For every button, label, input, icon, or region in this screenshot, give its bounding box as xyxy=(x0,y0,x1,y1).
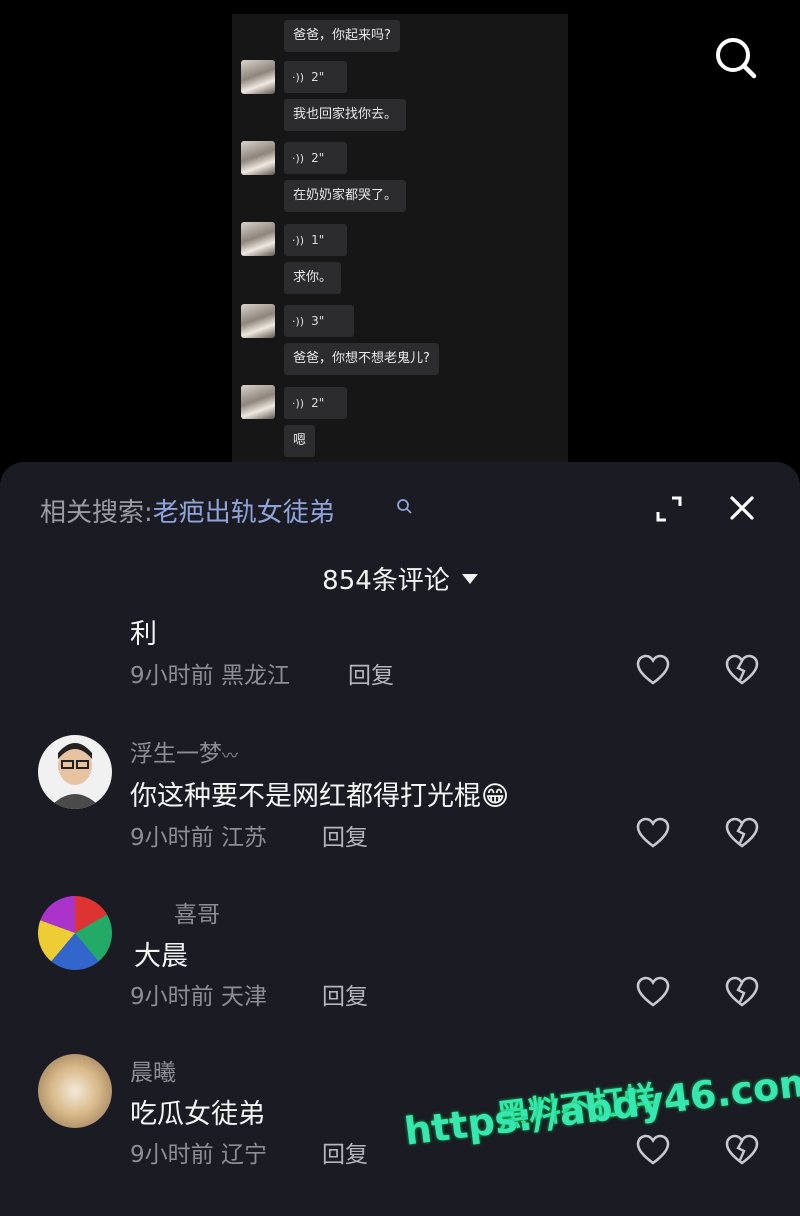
video-area[interactable]: 爸爸，你起来吗? ·)) 2" 我也回家找你去。 ·)) 2" 在奶奶家都哭了。 ·… xyxy=(0,0,800,470)
voice-duration: 2" xyxy=(311,396,325,410)
chat-avatar xyxy=(241,141,275,175)
like-heart-icon[interactable] xyxy=(636,817,670,849)
close-icon[interactable] xyxy=(726,492,758,524)
voice-duration: 3" xyxy=(311,314,325,328)
voice-duration: 2" xyxy=(311,70,325,84)
avatar[interactable] xyxy=(38,896,112,970)
chat-voice-message: ·)) 2" xyxy=(284,142,347,174)
expand-icon[interactable] xyxy=(652,492,686,526)
chat-avatar xyxy=(241,60,275,94)
like-heart-icon[interactable] xyxy=(636,1134,670,1166)
voice-wave-icon: ·)) xyxy=(292,397,305,410)
chat-avatar xyxy=(241,385,275,419)
comment-meta: 9小时前 江苏 xyxy=(130,825,267,851)
comment-meta: 9小时前 黑龙江 xyxy=(130,663,290,689)
avatar[interactable] xyxy=(38,735,112,809)
search-icon[interactable] xyxy=(712,34,760,82)
chat-voice-message: ·)) 1" xyxy=(284,224,347,256)
search-icon xyxy=(397,499,412,514)
dislike-broken-heart-icon[interactable] xyxy=(724,1134,760,1166)
voice-duration: 2" xyxy=(311,151,325,165)
related-search-label: 相关搜索: xyxy=(40,498,153,528)
chat-message-text: 爸爸，你想不想老鬼儿? xyxy=(284,343,439,375)
comment-text: 你这种要不是网红都得打光棍😁 xyxy=(130,781,510,812)
chat-avatar xyxy=(241,304,275,338)
voice-wave-icon: ·)) xyxy=(292,234,305,247)
comment-username[interactable]: 浮生一梦〰 xyxy=(130,734,238,768)
comments-panel: 相关搜索:老疤出轨女徒弟 854条评论 利 9小时前 黑龙江 回复 浮生一梦〰 … xyxy=(0,462,800,1216)
related-search-link[interactable]: 老疤出轨女徒弟 xyxy=(153,498,335,528)
reply-button[interactable]: 回复 xyxy=(348,656,394,690)
voice-wave-icon: ·)) xyxy=(292,152,305,165)
comment-text: 大晨 xyxy=(134,941,188,972)
dislike-broken-heart-icon[interactable] xyxy=(724,654,760,686)
chat-voice-message: ·)) 3" xyxy=(284,305,354,337)
chat-voice-message: ·)) 2" xyxy=(284,387,347,419)
voice-wave-icon: ·)) xyxy=(292,315,305,328)
related-search[interactable]: 相关搜索:老疤出轨女徒弟 xyxy=(40,492,335,529)
like-heart-icon[interactable] xyxy=(636,654,670,686)
chat-message-text: 我也回家找你去。 xyxy=(284,99,407,131)
voice-wave-icon: ·)) xyxy=(292,71,305,84)
reply-button[interactable]: 回复 xyxy=(322,1135,368,1169)
chat-message-text: 在奶奶家都哭了。 xyxy=(284,180,407,212)
dislike-broken-heart-icon[interactable] xyxy=(724,817,760,849)
comment-text: 利 xyxy=(130,619,157,650)
dislike-broken-heart-icon[interactable] xyxy=(724,976,760,1008)
comment-text: 吃瓜女徒弟 xyxy=(130,1099,265,1130)
comment-username[interactable]: 喜哥 xyxy=(174,895,220,929)
comment-username[interactable]: 晨曦 xyxy=(130,1053,176,1087)
chat-message-text: 求你。 xyxy=(284,262,342,294)
chat-avatar xyxy=(241,222,275,256)
like-heart-icon[interactable] xyxy=(636,976,670,1008)
comment-count[interactable]: 854条评论 xyxy=(0,560,800,597)
chat-screenshot: 爸爸，你起来吗? ·)) 2" 我也回家找你去。 ·)) 2" 在奶奶家都哭了。 ·… xyxy=(232,14,568,470)
caret-down-icon xyxy=(461,573,478,584)
reply-button[interactable]: 回复 xyxy=(322,818,368,852)
avatar[interactable] xyxy=(38,1054,112,1128)
reply-button[interactable]: 回复 xyxy=(322,977,368,1011)
voice-duration: 1" xyxy=(311,233,325,247)
chat-message-text: 爸爸，你起来吗? xyxy=(284,20,400,52)
comment-meta: 9小时前 天津 xyxy=(130,984,267,1010)
chat-message-text: 嗯 xyxy=(284,425,316,457)
chat-voice-message: ·)) 2" xyxy=(284,61,347,93)
comment-meta: 9小时前 辽宁 xyxy=(130,1142,267,1168)
